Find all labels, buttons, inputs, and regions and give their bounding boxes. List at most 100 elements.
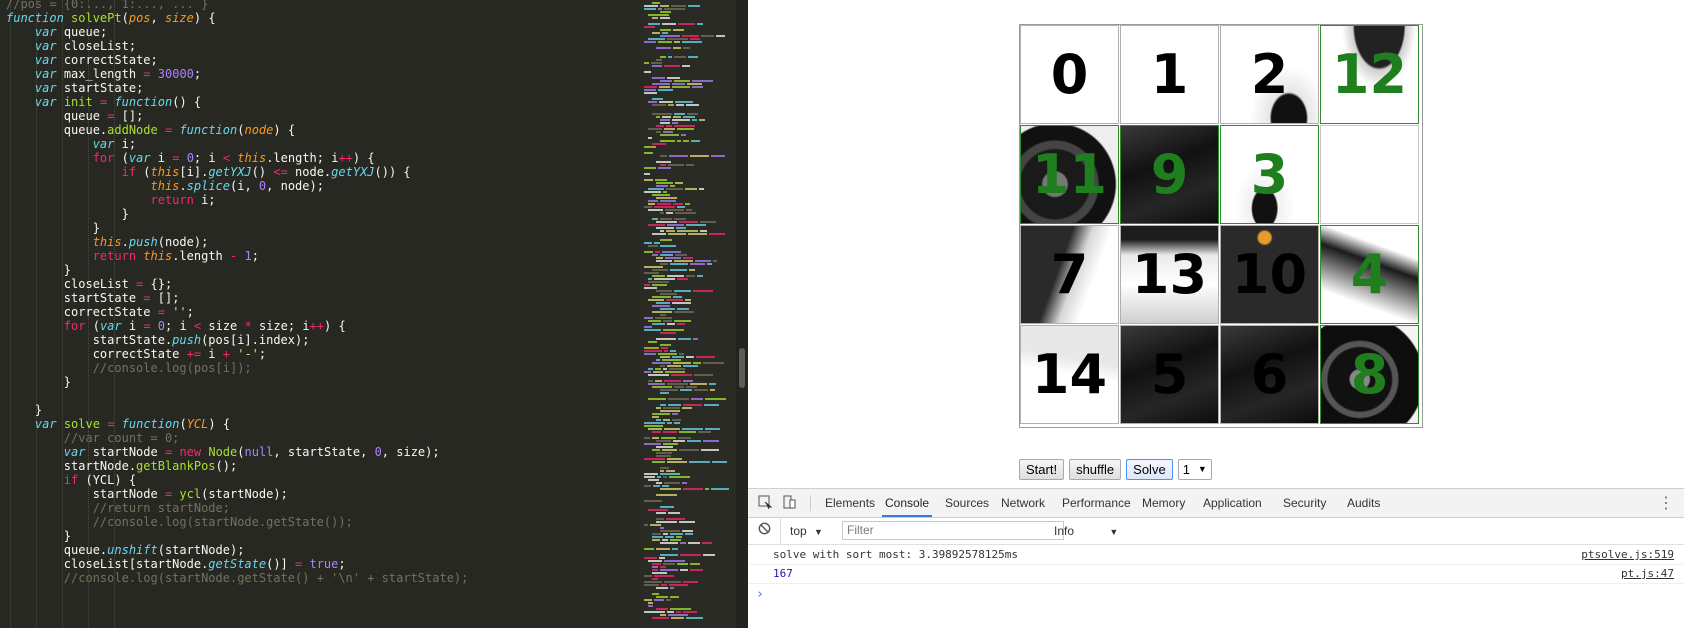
tile-number: 0 (1050, 43, 1089, 106)
minimap-line (648, 560, 662, 562)
minimap-line (711, 488, 729, 490)
log-level-select[interactable]: Info ▼ (1054, 524, 1124, 538)
minimap-line (663, 407, 680, 409)
code-token: ()) { (374, 165, 411, 179)
minimap-line (652, 65, 662, 67)
minimap-line (656, 548, 670, 550)
code-line: queue = []; (6, 109, 144, 124)
minimap-line (664, 482, 680, 484)
minimap-line (652, 17, 658, 19)
minimap-line (666, 518, 685, 520)
code-line: } (6, 263, 71, 278)
code-token: } (6, 263, 72, 277)
puzzle-tile[interactable]: 0 (1020, 25, 1119, 124)
minimap-line (655, 368, 661, 370)
console-prompt[interactable]: › (756, 587, 764, 602)
code-token: ++ (338, 151, 353, 165)
minimap-line (655, 251, 660, 253)
tab-memory[interactable]: Memory (1139, 489, 1188, 517)
minimap-line (695, 260, 711, 262)
code-token: (pos[i].index); (201, 333, 310, 347)
inspect-element-icon[interactable] (758, 495, 773, 512)
minimap-line (685, 299, 691, 301)
solve-button[interactable]: Solve (1126, 458, 1173, 480)
puzzle-tile[interactable]: 8 (1320, 325, 1419, 424)
code-token: . (121, 235, 129, 249)
puzzle-tile[interactable]: 10 (1220, 225, 1319, 324)
tab-security[interactable]: Security (1280, 489, 1329, 517)
code-line: //return startNode; (6, 501, 230, 516)
minimap-line (644, 251, 653, 253)
minimap-line (660, 11, 671, 13)
code-token: (startNode); (201, 487, 288, 501)
minimap-line (690, 563, 700, 565)
console-source-link[interactable]: pt.js:47 (1621, 564, 1674, 583)
editor-scrollbar[interactable] (736, 0, 748, 628)
tab-application[interactable]: Application (1200, 489, 1265, 517)
code-token: closeList[startNode. (6, 557, 209, 571)
tile-number: 9 (1150, 143, 1189, 206)
minimap-line (688, 5, 700, 7)
minimap-line (656, 452, 672, 454)
puzzle-tile[interactable]: 7 (1020, 225, 1119, 324)
code-editor[interactable]: //pos = {0:..., 1:..., ... } function sol… (0, 0, 748, 628)
minimap-line (653, 485, 660, 487)
minimap-line (683, 581, 698, 583)
puzzle-tile[interactable]: 12 (1320, 25, 1419, 124)
start-button[interactable]: Start! (1019, 458, 1065, 480)
tab-console[interactable]: Console (882, 489, 933, 517)
minimap-line (663, 131, 673, 133)
minimap-line (656, 257, 663, 259)
puzzle-tile[interactable]: 14 (1020, 325, 1119, 424)
shuffle-button[interactable]: shuffle (1069, 458, 1122, 480)
tab-network[interactable]: Network (998, 489, 1048, 517)
puzzle-tile[interactable]: 1 (1120, 25, 1219, 124)
minimap-line (644, 473, 658, 475)
editor-scrollbar-thumb[interactable] (739, 348, 745, 388)
minimap-line (648, 602, 653, 604)
code-token: node (244, 123, 274, 137)
mode-select[interactable]: 1 ▼ (1177, 458, 1212, 480)
minimap-line (678, 23, 695, 25)
code-token: , node); (266, 179, 324, 193)
minimap-line (650, 524, 661, 526)
puzzle-tile[interactable]: 6 (1220, 325, 1319, 424)
minimap-line (694, 389, 708, 391)
puzzle-tile[interactable]: 5 (1120, 325, 1219, 424)
puzzle-tile[interactable]: 3 (1220, 125, 1319, 224)
context-select[interactable]: top ▼ (790, 524, 823, 538)
minimap-line (668, 398, 689, 400)
minimap-line (687, 83, 702, 85)
minimap[interactable] (640, 0, 736, 628)
code-token: null (244, 445, 274, 459)
minimap-line (663, 419, 670, 421)
puzzle-tile[interactable]: 4 (1320, 225, 1419, 324)
tab-sources[interactable]: Sources (942, 489, 992, 517)
minimap-line (660, 569, 678, 571)
minimap-line (644, 179, 653, 181)
puzzle-tile[interactable]: 2 (1220, 25, 1319, 124)
minimap-line (652, 254, 658, 256)
minimap-line (663, 320, 672, 322)
log-level-value: Info (1054, 524, 1075, 538)
device-toolbar-icon[interactable] (782, 495, 796, 512)
minimap-line (700, 221, 716, 223)
more-options-icon[interactable]: ⋮ (1658, 493, 1674, 513)
minimap-line (644, 476, 655, 478)
minimap-line (658, 167, 671, 169)
tab-audits[interactable]: Audits (1344, 489, 1383, 517)
console-filter-input[interactable]: Filter (842, 521, 1064, 540)
puzzle-tile[interactable]: 11 (1020, 125, 1119, 224)
console-source-link[interactable]: ptsolve.js:519 (1581, 545, 1674, 564)
tab-performance[interactable]: Performance (1059, 489, 1134, 517)
puzzle-tile[interactable]: 13 (1120, 225, 1219, 324)
minimap-line (685, 533, 693, 535)
puzzle-tile[interactable]: 9 (1120, 125, 1219, 224)
minimap-line (667, 611, 674, 613)
clear-console-icon[interactable] (758, 522, 771, 538)
tab-elements[interactable]: Elements (822, 489, 878, 517)
code-area[interactable]: //pos = {0:..., 1:..., ... } function sol… (0, 0, 640, 628)
